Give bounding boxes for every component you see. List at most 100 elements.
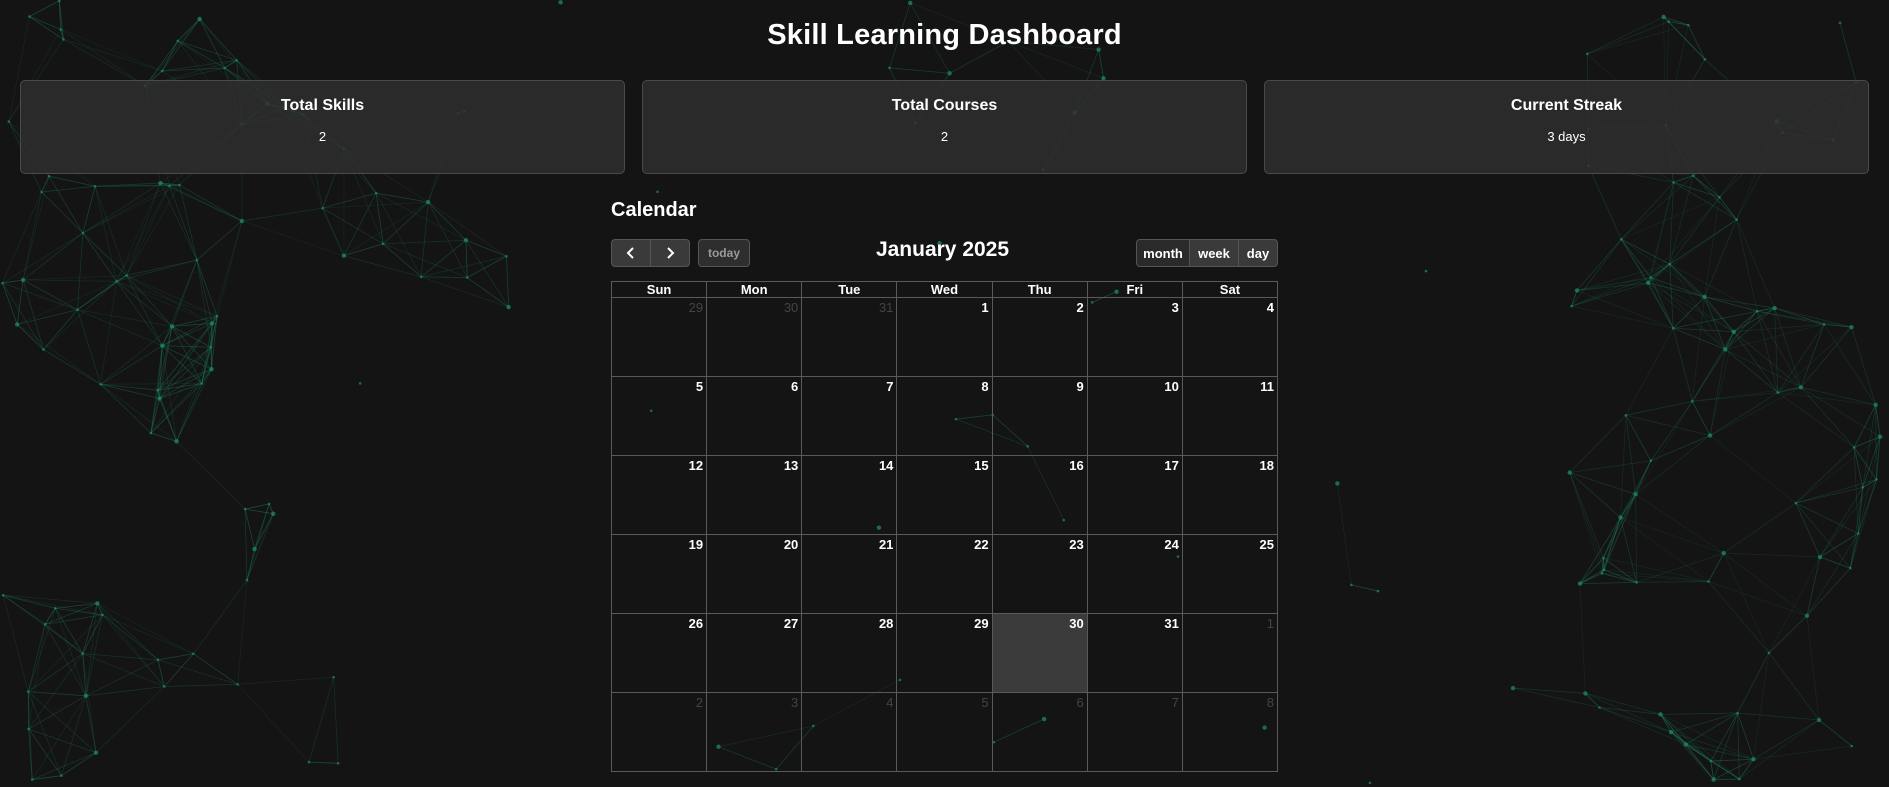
network-line — [237, 684, 310, 763]
day-cell[interactable]: 19 — [610, 534, 708, 614]
calendar-week-row: 5 6 7 8 9 10 11 — [610, 376, 1279, 456]
network-node — [1624, 413, 1628, 417]
day-cell[interactable]: 29 — [610, 297, 708, 377]
network-node — [239, 218, 245, 224]
day-cell[interactable]: 27 — [706, 613, 803, 693]
day-cell[interactable]: 21 — [801, 534, 898, 614]
network-node — [60, 774, 63, 777]
day-number: 12 — [688, 458, 704, 473]
day-number: 6 — [791, 379, 799, 394]
day-cell[interactable]: 24 — [1086, 534, 1183, 614]
day-cell[interactable]: 3 — [706, 692, 803, 772]
network-node — [1598, 706, 1601, 709]
day-cell[interactable]: 7 — [1086, 692, 1183, 772]
network-node — [200, 382, 204, 385]
network-line — [322, 207, 345, 256]
network-node — [1822, 323, 1826, 326]
network-node — [1767, 651, 1771, 655]
network-line — [193, 579, 248, 655]
day-cell[interactable]: 5 — [896, 692, 993, 772]
next-month-button[interactable] — [650, 239, 690, 267]
network-line — [116, 280, 218, 317]
network-node — [83, 693, 89, 699]
day-cell[interactable]: 28 — [801, 613, 898, 693]
calendar-week-row: 26 27 28 29 30 31 1 — [610, 613, 1279, 693]
month-view-button[interactable]: month — [1136, 239, 1190, 267]
network-line — [1635, 493, 1724, 554]
network-node — [30, 778, 34, 781]
network-node — [209, 345, 213, 349]
day-cell[interactable]: 11 — [1181, 376, 1279, 456]
network-line — [27, 691, 62, 776]
network-line — [1768, 615, 1808, 654]
today-button[interactable]: today — [698, 239, 750, 267]
network-line — [77, 232, 84, 310]
day-cell[interactable]: 4 — [801, 692, 898, 772]
day-cell[interactable]: 15 — [896, 455, 993, 535]
day-cell[interactable]: 2 — [610, 692, 708, 772]
stat-card-total-skills: Total Skills 2 — [20, 80, 625, 174]
network-node — [1368, 781, 1372, 785]
network-line — [1692, 175, 1720, 198]
day-number: 31 — [878, 300, 894, 315]
network-line — [1800, 326, 1852, 388]
day-cell[interactable]: 17 — [1086, 455, 1183, 535]
day-cell[interactable]: 23 — [991, 534, 1088, 614]
day-cell[interactable]: 30 — [991, 613, 1088, 693]
network-node — [1570, 304, 1573, 308]
network-line — [100, 383, 158, 391]
day-cell[interactable]: 5 — [610, 376, 708, 456]
network-line — [465, 240, 509, 308]
day-cell[interactable]: 10 — [1086, 376, 1183, 456]
network-line — [1774, 307, 1852, 328]
day-cell[interactable]: 26 — [610, 613, 708, 693]
network-line — [245, 508, 274, 515]
day-cell[interactable]: 3 — [1086, 297, 1183, 377]
network-node — [1350, 583, 1353, 587]
day-number: 3 — [791, 695, 799, 710]
day-cell[interactable]: 13 — [706, 455, 803, 535]
day-cell[interactable]: 29 — [896, 613, 993, 693]
week-view-button[interactable]: week — [1189, 239, 1239, 267]
network-line — [2, 594, 83, 654]
day-cell[interactable]: 30 — [706, 297, 803, 377]
day-cell[interactable]: 20 — [706, 534, 803, 614]
network-line — [506, 256, 510, 308]
day-cell[interactable]: 31 — [1086, 613, 1183, 693]
day-cell[interactable]: 18 — [1181, 455, 1279, 535]
network-node — [1376, 589, 1380, 593]
day-cell[interactable]: 9 — [991, 376, 1088, 456]
network-line — [1579, 581, 1637, 585]
network-line — [1579, 557, 1604, 584]
network-node — [245, 578, 249, 582]
day-cell[interactable]: 8 — [896, 376, 993, 456]
network-node — [235, 58, 238, 62]
day-cell[interactable]: 25 — [1181, 534, 1279, 614]
day-cell[interactable]: 31 — [801, 297, 898, 377]
network-line — [1753, 745, 1852, 760]
day-cell[interactable]: 1 — [1181, 613, 1279, 693]
day-cell[interactable]: 14 — [801, 455, 898, 535]
day-cell[interactable]: 22 — [896, 534, 993, 614]
day-cell[interactable]: 16 — [991, 455, 1088, 535]
day-cell[interactable]: 12 — [610, 455, 708, 535]
weekday-header-row: Sun Mon Tue Wed Thu Fri Sat — [610, 281, 1279, 298]
network-node — [947, 71, 952, 76]
network-node — [125, 274, 128, 277]
network-line — [1336, 483, 1352, 585]
network-node — [1721, 550, 1726, 556]
network-line — [1777, 326, 1852, 393]
day-view-button[interactable]: day — [1238, 239, 1278, 267]
network-line — [1851, 327, 1877, 405]
day-cell[interactable]: 7 — [801, 376, 898, 456]
prev-month-button[interactable] — [611, 239, 651, 267]
day-cell[interactable]: 1 — [896, 297, 993, 377]
network-node — [1852, 446, 1856, 449]
network-line — [1709, 331, 1735, 436]
day-cell[interactable]: 6 — [706, 376, 803, 456]
calendar-week-row: 12 13 14 15 16 17 18 — [610, 455, 1279, 535]
day-cell[interactable]: 4 — [1181, 297, 1279, 377]
day-cell[interactable]: 6 — [991, 692, 1088, 772]
day-cell[interactable]: 8 — [1181, 692, 1279, 772]
day-cell[interactable]: 2 — [991, 297, 1088, 377]
